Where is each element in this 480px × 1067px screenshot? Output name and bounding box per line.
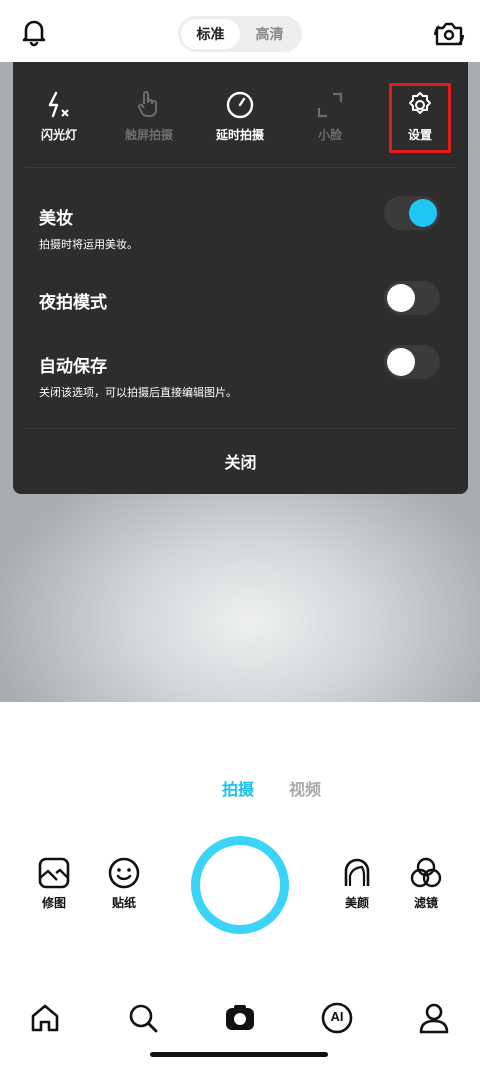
- shortcut-label: 美颜: [344, 896, 369, 910]
- bell-icon[interactable]: [18, 16, 50, 48]
- setting-autosave-title: 自动保存: [39, 357, 107, 377]
- bottom-nav: AI: [0, 1000, 480, 1040]
- tool-small-face[interactable]: 小脸: [290, 90, 370, 143]
- quality-option-standard[interactable]: 标准: [181, 19, 240, 49]
- face-outline-icon: [344, 858, 370, 886]
- divider: [25, 167, 456, 168]
- tool-label: 延时拍摄: [215, 128, 264, 142]
- divider: [25, 428, 456, 429]
- setting-night-mode-toggle[interactable]: [384, 281, 440, 315]
- shortcut-label: 贴纸: [111, 896, 136, 910]
- expand-corners-icon: [317, 92, 343, 118]
- setting-makeup-title: 美妆: [39, 209, 73, 229]
- capture-mode-switch: 拍摄 视频: [0, 776, 480, 800]
- quality-option-hd[interactable]: 高清: [240, 19, 299, 49]
- flash-auto-icon: [48, 91, 69, 118]
- setting-night-mode-title: 夜拍模式: [39, 293, 107, 313]
- shortcut-label: 滤镜: [413, 896, 438, 910]
- shortcut-sticker[interactable]: 贴纸: [94, 856, 154, 911]
- tool-touch-shoot[interactable]: 触屏拍摄: [109, 90, 189, 143]
- filter-circles-icon: [410, 857, 442, 888]
- search-icon[interactable]: [125, 1000, 161, 1036]
- tool-label: 闪光灯: [40, 128, 77, 142]
- camera-icon[interactable]: [222, 1000, 258, 1036]
- shortcut-label: 修图: [41, 896, 66, 910]
- home-indicator: [150, 1052, 328, 1057]
- top-bar: 标准 高清: [0, 0, 480, 62]
- quality-switch: 标准 高清: [178, 16, 302, 52]
- tool-label: 触屏拍摄: [124, 128, 173, 142]
- touch-hand-icon: [138, 91, 157, 117]
- profile-icon[interactable]: [416, 1000, 452, 1036]
- settings-highlight-box: [389, 83, 451, 153]
- toggle-knob: [387, 284, 415, 312]
- mode-photo[interactable]: 拍摄: [222, 776, 254, 800]
- ai-icon[interactable]: AI: [319, 1000, 355, 1036]
- toggle-knob: [387, 348, 415, 376]
- setting-makeup-toggle[interactable]: [384, 196, 440, 230]
- shortcut-beauty[interactable]: 美颜: [327, 856, 387, 911]
- timer-icon: [226, 91, 254, 119]
- tool-timer[interactable]: 延时拍摄: [200, 90, 280, 143]
- setting-autosave-description: 关闭该选项，可以拍摄后直接编辑图片。: [39, 386, 237, 399]
- ai-icon-text: AI: [330, 1009, 344, 1024]
- mode-video[interactable]: 视频: [289, 776, 321, 800]
- toggle-knob: [409, 199, 437, 227]
- smiley-sticker-icon: [108, 857, 140, 889]
- image-edit-icon: [38, 857, 70, 889]
- settings-panel: 闪光灯 触屏拍摄 延时拍摄 小脸 设置 美妆 拍摄时将运用美妆。 夜拍模式 自动…: [13, 62, 468, 494]
- tool-flash[interactable]: 闪光灯: [19, 90, 99, 143]
- setting-makeup-description: 拍摄时将运用美妆。: [39, 238, 138, 251]
- panel-toolbar: 闪光灯 触屏拍摄 延时拍摄 小脸 设置: [13, 62, 468, 166]
- setting-autosave-toggle[interactable]: [384, 345, 440, 379]
- shortcut-filter[interactable]: 滤镜: [396, 856, 456, 911]
- home-icon[interactable]: [27, 1000, 63, 1036]
- close-panel-button[interactable]: 关闭: [13, 432, 468, 490]
- tool-label: 小脸: [317, 128, 342, 142]
- shutter-button[interactable]: [191, 836, 289, 934]
- switch-camera-icon[interactable]: [432, 16, 466, 50]
- shortcut-retouch[interactable]: 修图: [24, 856, 84, 911]
